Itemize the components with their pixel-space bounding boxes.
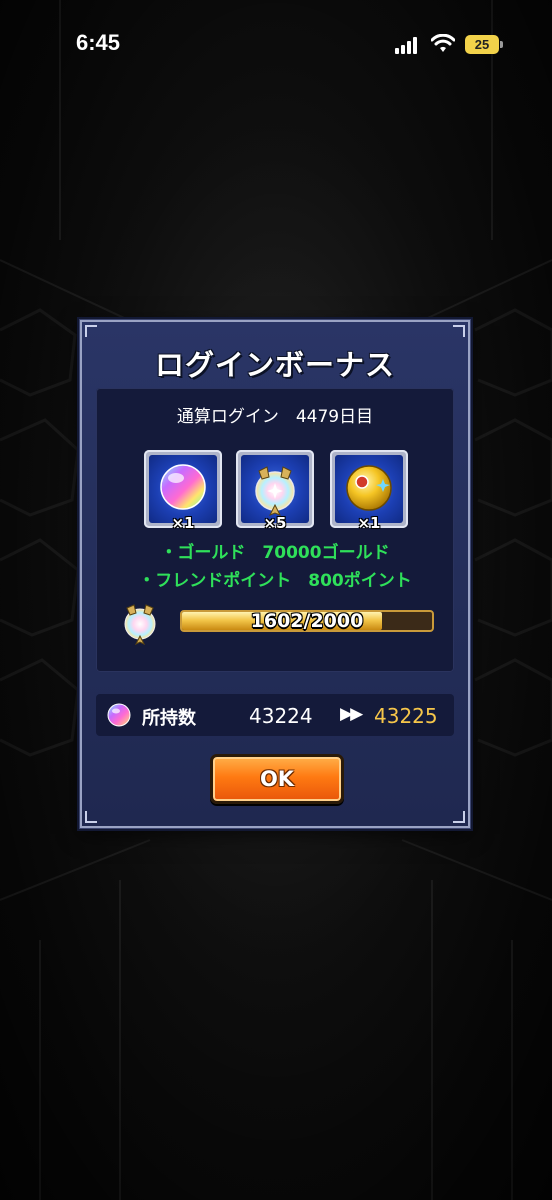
status-time: 6:45 bbox=[76, 30, 121, 55]
reward-item[interactable]: ×5 bbox=[236, 450, 314, 532]
login-bonus-dialog: ログインボーナス 通算ログイン 4479日目 ×1 ×5 ×1 ・ゴールド 70… bbox=[79, 319, 471, 829]
dialog-corner bbox=[85, 325, 97, 337]
login-count: 通算ログイン 4479日目 bbox=[176, 407, 374, 427]
dialog-corner bbox=[453, 811, 465, 823]
owned-count-row: 所持数 43224 ▶▶ 43225 bbox=[96, 694, 454, 736]
dialog-title: ログインボーナス bbox=[154, 348, 395, 382]
owned-before-value: 43224 bbox=[249, 704, 313, 728]
double-arrow-icon: ▶▶ bbox=[340, 704, 363, 724]
status-bar: 6:45 25 bbox=[0, 0, 552, 90]
gold-orb-icon bbox=[346, 465, 392, 511]
reward-item[interactable]: ×1 bbox=[144, 450, 222, 532]
owned-label: 所持数 bbox=[142, 708, 196, 729]
rainbow-orb-icon bbox=[160, 464, 206, 510]
progress-text: 1602/2000 bbox=[250, 610, 364, 632]
bonus-gold-line: ・ゴールド 70000ゴールド bbox=[160, 543, 390, 563]
reward-count: ×1 bbox=[171, 514, 195, 532]
dialog-corner bbox=[85, 811, 97, 823]
battery-icon: 25 bbox=[465, 35, 499, 54]
friend-medal-icon bbox=[124, 604, 156, 646]
reward-count: ×1 bbox=[357, 514, 381, 532]
ok-button[interactable]: OK bbox=[210, 754, 344, 804]
reward-item[interactable]: ×1 bbox=[330, 450, 408, 532]
friend-medal-icon bbox=[255, 466, 295, 516]
reward-count: ×5 bbox=[263, 514, 287, 532]
dialog-corner bbox=[453, 325, 465, 337]
wifi-icon bbox=[431, 34, 455, 52]
rainbow-orb-icon bbox=[107, 703, 131, 727]
owned-after-value: 43225 bbox=[374, 704, 438, 728]
reward-panel: 通算ログイン 4479日目 ×1 ×5 ×1 ・ゴールド 70000ゴールド ・… bbox=[96, 388, 454, 672]
signal-icon bbox=[395, 36, 423, 54]
bonus-friend-point-line: ・フレンドポイント 800ポイント bbox=[138, 571, 412, 591]
battery-tip bbox=[500, 41, 503, 48]
